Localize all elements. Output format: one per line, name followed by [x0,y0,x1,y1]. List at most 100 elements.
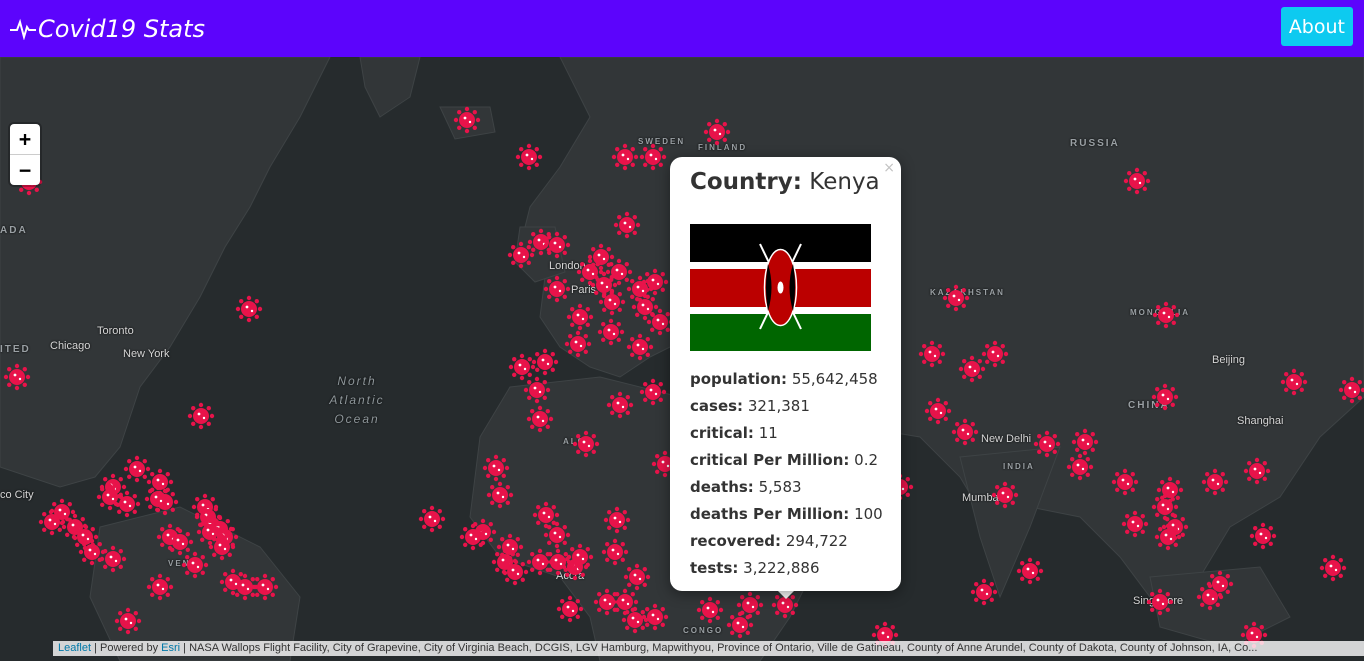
popup-title: Country: Kenya [690,169,880,195]
stat-row: tests: 3,222,886 [690,555,883,582]
virus-marker[interactable] [991,481,1019,509]
virus-marker[interactable] [543,231,571,259]
virus-marker[interactable] [531,348,559,376]
stat-label: critical: [690,424,754,442]
leaflet-link[interactable]: Leaflet [58,642,91,654]
zoom-out-button[interactable]: − [10,155,40,185]
virus-marker[interactable] [418,505,446,533]
virus-marker[interactable] [38,508,66,536]
virus-marker[interactable] [924,397,952,425]
virus-marker[interactable] [626,333,654,361]
virus-marker[interactable] [958,355,986,383]
virus-marker[interactable] [556,595,584,623]
virus-marker[interactable] [208,533,236,561]
virus-marker[interactable] [508,353,536,381]
virus-marker[interactable] [606,391,634,419]
attribution-sources: | NASA Wallops Flight Facility, City of … [180,642,1258,654]
brand[interactable]: Covid19 Stats [10,15,205,43]
virus-marker[interactable] [564,330,592,358]
virus-marker[interactable] [99,545,127,573]
virus-marker[interactable] [566,543,594,571]
virus-marker[interactable] [181,551,209,579]
virus-marker[interactable] [623,563,651,591]
virus-marker[interactable] [726,611,754,639]
virus-marker[interactable] [981,340,1009,368]
country-label: Country: [690,169,802,195]
virus-marker[interactable] [486,481,514,509]
virus-marker[interactable] [597,318,625,346]
virus-marker[interactable] [621,606,649,634]
virus-marker[interactable] [601,538,629,566]
virus-marker[interactable] [1152,301,1180,329]
virus-marker[interactable] [501,558,529,586]
virus-marker[interactable] [507,241,535,269]
virus-marker[interactable] [526,405,554,433]
virus-marker[interactable] [1123,167,1151,195]
virus-marker[interactable] [1146,588,1174,616]
zoom-in-button[interactable]: + [10,124,40,155]
virus-marker[interactable] [611,143,639,171]
virus-marker[interactable] [696,596,724,624]
stats-list: population: 55,642,458 cases: 321,381 cr… [690,366,883,582]
kenya-flag [690,224,871,351]
virus-marker[interactable] [114,607,142,635]
close-icon[interactable]: × [883,160,895,176]
about-button[interactable]: About [1280,7,1353,46]
virus-marker[interactable] [631,293,659,321]
virus-marker[interactable] [1121,510,1149,538]
virus-marker[interactable] [187,402,215,430]
stat-row: recovered: 294,722 [690,528,883,555]
virus-marker[interactable] [918,340,946,368]
virus-marker[interactable] [166,528,194,556]
virus-marker[interactable] [641,603,669,631]
esri-link[interactable]: Esri [161,642,180,654]
virus-marker[interactable] [1066,453,1094,481]
virus-marker[interactable] [515,143,543,171]
virus-marker[interactable] [113,490,141,518]
country-name: Kenya [809,169,880,195]
virus-marker[interactable] [523,376,551,404]
virus-marker[interactable] [1016,557,1044,585]
virus-marker[interactable] [951,418,979,446]
virus-marker[interactable] [544,548,572,576]
virus-marker[interactable] [123,455,151,483]
stat-label: population: [690,370,788,388]
virus-marker[interactable] [459,523,487,551]
virus-marker[interactable] [482,454,510,482]
virus-marker[interactable] [543,275,571,303]
virus-marker[interactable] [1201,468,1229,496]
virus-marker[interactable] [611,588,639,616]
virus-marker[interactable] [572,430,600,458]
virus-marker[interactable] [641,268,669,296]
virus-marker[interactable] [146,573,174,601]
virus-marker[interactable] [1206,570,1234,598]
virus-marker[interactable] [1319,554,1347,582]
virus-marker[interactable] [1243,457,1271,485]
virus-marker[interactable] [78,538,106,566]
virus-marker[interactable] [1280,368,1308,396]
virus-marker[interactable] [1033,430,1061,458]
virus-marker[interactable] [144,485,172,513]
virus-marker[interactable] [598,288,626,316]
virus-marker[interactable] [1249,522,1277,550]
virus-marker[interactable] [942,284,970,312]
virus-marker[interactable] [453,106,481,134]
virus-marker[interactable] [1151,383,1179,411]
virus-marker[interactable] [1156,476,1184,504]
brand-title: Covid19 Stats [38,14,205,43]
virus-marker[interactable] [613,211,641,239]
virus-marker[interactable] [543,521,571,549]
virus-marker[interactable] [1338,376,1364,404]
virus-marker[interactable] [3,363,31,391]
virus-marker[interactable] [235,295,263,323]
virus-marker[interactable] [703,118,731,146]
virus-marker[interactable] [603,506,631,534]
virus-marker[interactable] [639,378,667,406]
virus-marker[interactable] [566,303,594,331]
virus-marker[interactable] [1154,523,1182,551]
virus-marker[interactable] [970,578,998,606]
virus-marker[interactable] [251,573,279,601]
virus-marker[interactable] [1071,428,1099,456]
virus-marker[interactable] [639,143,667,171]
virus-marker[interactable] [1111,468,1139,496]
